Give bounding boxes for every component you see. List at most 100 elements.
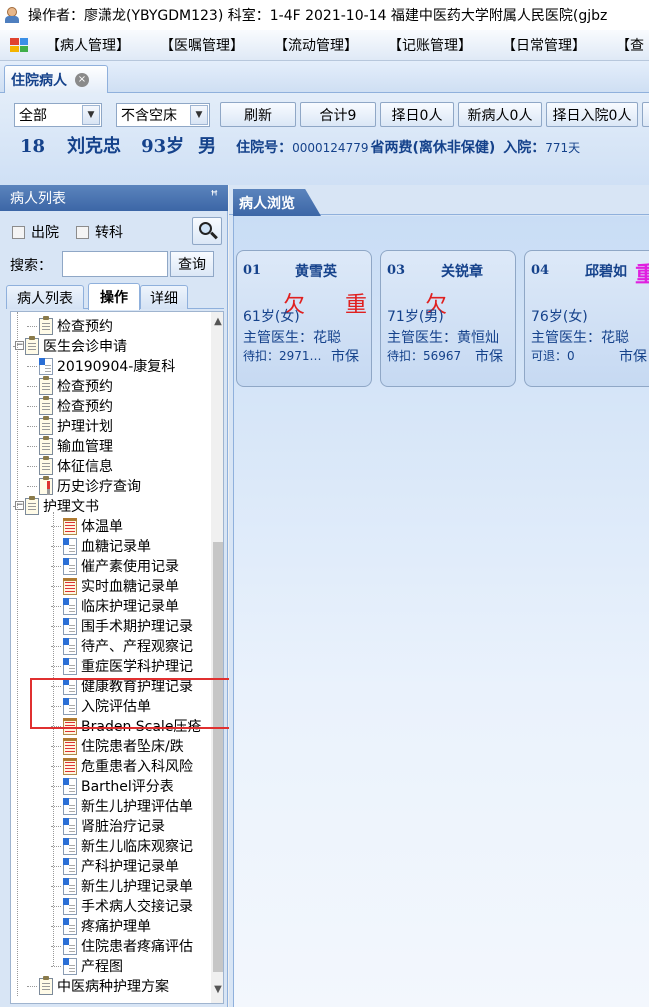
tree-item-label: 肾脏治疗记录 <box>81 819 165 835</box>
tree-item-label: 产科护理记录单 <box>81 859 179 875</box>
close-icon[interactable]: × <box>75 73 89 87</box>
patient-card[interactable]: 03 关锐章 欠 71岁(男) 主管医生：黄恒灿 待扣：56967 市保 <box>380 250 516 387</box>
tree-item-temperature-sheet[interactable]: 体温单 <box>63 516 223 536</box>
card-age: 76岁(女) <box>531 309 588 325</box>
patient-card[interactable]: 04 邱碧如 重 76岁(女) 主管医生：花聪 可退：0 市保 <box>524 250 649 387</box>
tab-details[interactable]: 详细 <box>140 285 188 309</box>
document-icon <box>63 617 77 635</box>
title-bar: 操作者：廖潇龙(YBYGDM123) 科室：1-4F 2021-10-14 福建… <box>0 0 649 30</box>
tree-item-fall-assessment[interactable]: 住院患者坠床/跌 <box>63 736 223 756</box>
menu-patient-management[interactable]: 【病人管理】 <box>36 35 150 55</box>
range-select[interactable]: 全部 ▼ <box>14 103 102 127</box>
chevron-down-icon[interactable]: ▼ <box>82 105 100 125</box>
card-doctor: 主管医生：黄恒灿 <box>387 330 499 346</box>
tree-item-exam-booking[interactable]: 检查预约 <box>39 316 223 336</box>
bed-filter-select[interactable]: 不含空床 ▼ <box>116 103 210 127</box>
card-payment: 待扣：56967 <box>387 349 462 363</box>
pin-icon[interactable]: ꟸ <box>211 189 219 204</box>
tree-item-clinical-nursing-record[interactable]: 临床护理记录单 <box>63 596 223 616</box>
tree-item-labor-observation[interactable]: 待产、产程观察记 <box>63 636 223 656</box>
tree-item-realtime-glucose-record[interactable]: 实时血糖记录单 <box>63 576 223 596</box>
clipboard-icon <box>25 496 39 515</box>
tree-item-pain-assessment[interactable]: 住院患者疼痛评估 <box>63 936 223 956</box>
document-icon <box>63 817 77 835</box>
card-name: 关锐章 <box>441 264 483 280</box>
tree-item-pain-nursing-sheet[interactable]: 疼痛护理单 <box>63 916 223 936</box>
user-icon <box>4 6 22 24</box>
horizontal-scrollbar[interactable] <box>11 1003 211 1004</box>
tree-item-consultation-item[interactable]: 20190904-康复科 <box>39 356 223 376</box>
tree-item-label: 医生会诊申请 <box>43 339 127 355</box>
tree-item-oxytocin-record[interactable]: 催产素使用记录 <box>63 556 223 576</box>
document-icon <box>63 597 77 615</box>
tree-item-label: 待产、产程观察记 <box>81 639 193 655</box>
card-insurance: 市保 <box>331 349 359 365</box>
tree-item-nursing-plan[interactable]: 护理计划 <box>39 416 223 436</box>
tree-item-renal-therapy-record[interactable]: 肾脏治疗记录 <box>63 816 223 836</box>
tree-item-tcm-nursing-plan[interactable]: 中医病种护理方案 <box>39 976 223 996</box>
operations-tree: ▲ ▼ 检查预约 医生会诊申请 −20190904-康复科 检查预约 检查预约 护理计划输… <box>10 311 224 1004</box>
menu-order-management[interactable]: 【医嘱管理】 <box>150 35 264 55</box>
search-button[interactable]: 查询 <box>170 251 214 277</box>
browser-tabs: 病人浏览 <box>229 185 649 216</box>
tab-inpatients-label: 住院病人 <box>11 73 67 89</box>
tree-item-label: 临床护理记录单 <box>81 599 179 615</box>
find-button[interactable] <box>192 217 222 245</box>
checkbox-box[interactable] <box>12 225 25 239</box>
total-button[interactable]: 合计9 <box>300 102 376 127</box>
tree-item-neonatal-record[interactable]: 新生儿护理记录单 <box>63 876 223 896</box>
tree-item-surgery-handover[interactable]: 手术病人交接记录 <box>63 896 223 916</box>
document-icon <box>63 837 77 855</box>
menu-daily-management[interactable]: 【日常管理】 <box>492 35 606 55</box>
tree-item-exam-booking[interactable]: 检查预约 <box>39 396 223 416</box>
document-icon <box>63 657 77 675</box>
menu-query[interactable]: 【查 <box>606 35 649 55</box>
scheduled-admission-button[interactable]: 择日入院0人 <box>546 102 638 127</box>
tab-operations[interactable]: 操作 <box>88 283 140 310</box>
tree-item-barthel-score[interactable]: Barthel评分表 <box>63 776 223 796</box>
patient-browser-panel: 病人浏览 01 黄雪英 欠 重 61岁(女) 主管医生：花聪 待扣：2971… … <box>229 185 649 1007</box>
tree-item-transfusion-management[interactable]: 输血管理 <box>39 436 223 456</box>
tree-item-consultation-request[interactable]: 医生会诊申请 <box>25 336 223 356</box>
tree-item-blood-glucose-record[interactable]: 血糖记录单 <box>63 536 223 556</box>
menu-billing-management[interactable]: 【记账管理】 <box>378 35 492 55</box>
tree-item-obstetric-record[interactable]: 产科护理记录单 <box>63 856 223 876</box>
menu-flow-management[interactable]: 【流动管理】 <box>264 35 378 55</box>
tree-item-neonatal-observation[interactable]: 新生儿临床观察记 <box>63 836 223 856</box>
document-icon <box>63 877 77 895</box>
tree-item-neonatal-assessment[interactable]: 新生儿护理评估单 <box>63 796 223 816</box>
tree-item-label: 重症医学科护理记 <box>81 659 193 675</box>
transfer-checkbox[interactable]: 转科 <box>76 222 123 242</box>
patient-card[interactable]: 01 黄雪英 欠 重 61岁(女) 主管医生：花聪 待扣：2971… 市保 <box>236 250 372 387</box>
menu-bar: 【病人管理】 【医嘱管理】 【流动管理】 【记账管理】 【日常管理】 【查 <box>0 30 649 61</box>
tree-item-partogram[interactable]: 产程图 <box>63 956 223 976</box>
tree-item-critical-risk-assessment[interactable]: 危重患者入科风险 <box>63 756 223 776</box>
card-age: 61岁(女) <box>243 309 300 325</box>
tab-patient-browse[interactable]: 病人浏览 <box>233 189 321 216</box>
refresh-button[interactable]: 刷新 <box>220 102 296 127</box>
tree-item-exam-booking[interactable]: 检查预约 <box>39 376 223 396</box>
more-button[interactable] <box>642 102 649 127</box>
scheduled-button[interactable]: 择日0人 <box>380 102 454 127</box>
search-label: 搜索： <box>10 258 52 274</box>
tree-item-label: 体征信息 <box>57 459 113 475</box>
tree-item-perioperative-record[interactable]: 围手术期护理记录 <box>63 616 223 636</box>
admission-number-label: 住院号： <box>236 140 293 156</box>
chevron-down-icon[interactable]: ▼ <box>190 105 208 125</box>
patient-category: 省两费(离休非保健) <box>370 140 496 156</box>
tab-inpatients[interactable]: 住院病人 × <box>4 65 108 94</box>
tree-item-history-query[interactable]: 历史诊疗查询 <box>39 476 223 496</box>
card-doctor: 主管医生：花聪 <box>243 330 341 346</box>
clipboard-icon <box>39 376 53 395</box>
checkbox-box[interactable] <box>76 225 89 239</box>
app-logo-icon <box>10 38 28 52</box>
tree-item-icu-nursing-record[interactable]: 重症医学科护理记 <box>63 656 223 676</box>
document-icon <box>63 777 77 795</box>
tab-patient-list[interactable]: 病人列表 <box>6 285 84 309</box>
search-input[interactable] <box>62 251 168 277</box>
critical-tag: 重 <box>345 293 368 318</box>
discharged-checkbox[interactable]: 出院 <box>12 222 59 242</box>
new-patient-button[interactable]: 新病人0人 <box>458 102 542 127</box>
tree-item-nursing-documents[interactable]: 护理文书 <box>25 496 223 516</box>
tree-item-vital-signs[interactable]: 体征信息 <box>39 456 223 476</box>
